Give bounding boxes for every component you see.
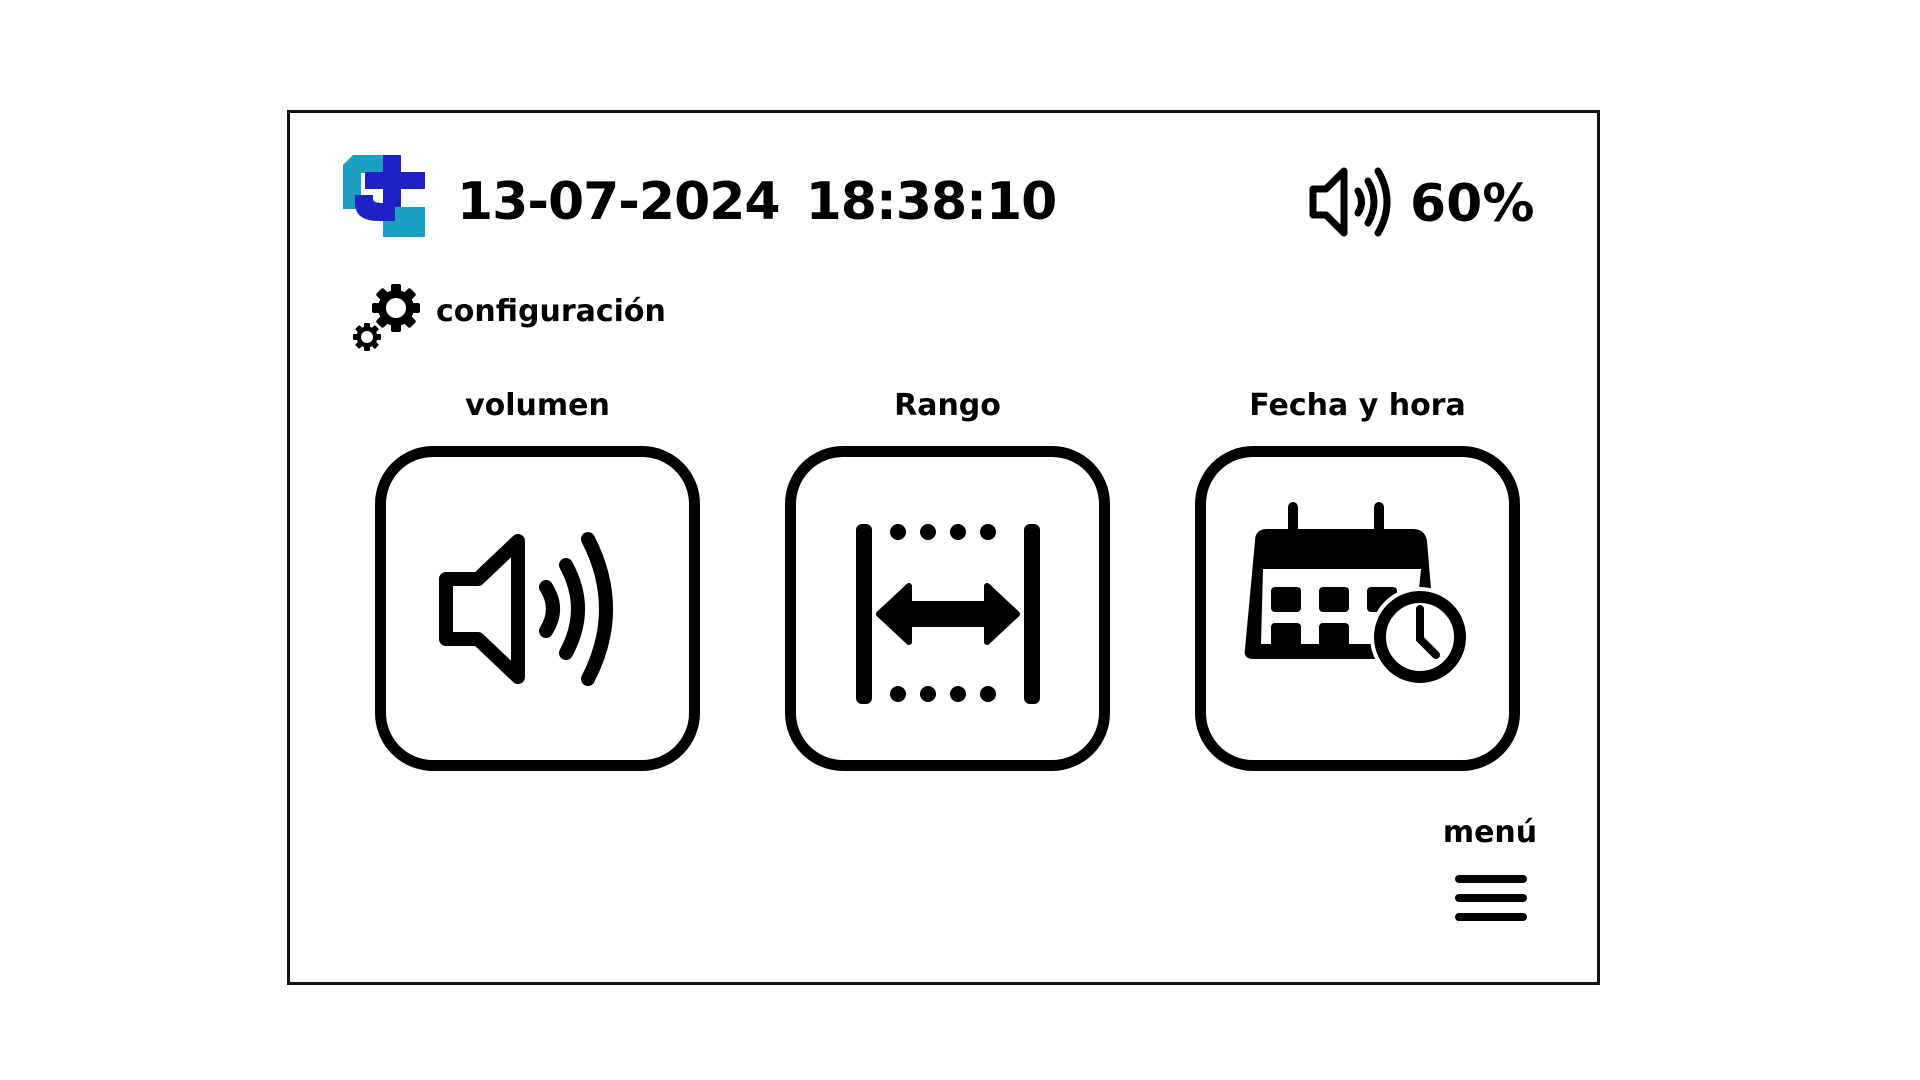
date-time-display: 13-07-2024 18:38:10 bbox=[457, 170, 1082, 234]
hamburger-bar bbox=[1455, 875, 1527, 883]
speaker-icon bbox=[438, 531, 613, 686]
settings-label[interactable]: configuración bbox=[436, 292, 666, 332]
range-tile-label: Rango bbox=[894, 388, 1001, 423]
volume-button[interactable] bbox=[375, 446, 700, 771]
hamburger-bar bbox=[1455, 894, 1527, 902]
settings-gears-icon[interactable] bbox=[352, 282, 424, 352]
volume-status-icon bbox=[1309, 167, 1391, 237]
volume-tile-label: volumen bbox=[465, 388, 610, 423]
hamburger-icon[interactable] bbox=[1455, 875, 1527, 927]
range-arrows-icon bbox=[855, 523, 1040, 704]
company-logo bbox=[343, 155, 425, 237]
datetime-tile-label: Fecha y hora bbox=[1249, 388, 1466, 423]
calendar-clock-icon bbox=[1244, 501, 1470, 687]
hamburger-bar bbox=[1455, 913, 1527, 921]
date-text: 13-07-2024 bbox=[457, 172, 781, 232]
time-text: 18:38:10 bbox=[805, 172, 1058, 232]
date-time-button[interactable] bbox=[1195, 446, 1520, 771]
volume-percent: 60% bbox=[1410, 174, 1535, 234]
range-button[interactable] bbox=[785, 446, 1110, 771]
menu-label: menú bbox=[1442, 815, 1538, 850]
